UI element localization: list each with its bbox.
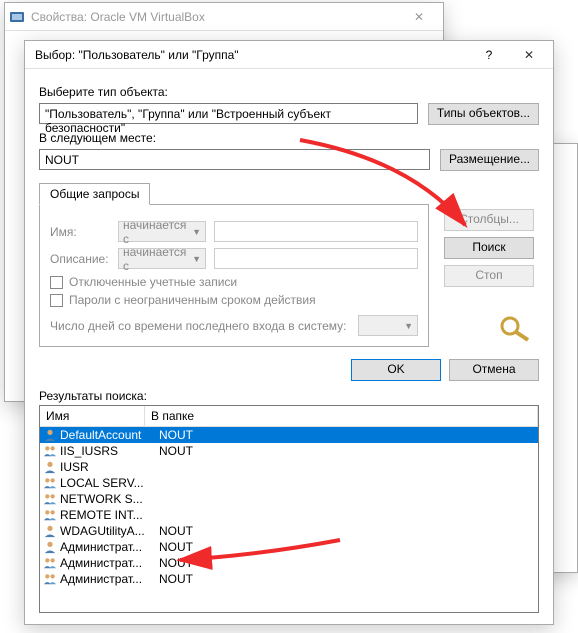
table-row[interactable]: NETWORK S... xyxy=(40,491,538,507)
cell-folder: NOUT xyxy=(155,428,536,442)
select-user-dialog: Выбор: "Пользователь" или "Группа" ? ✕ В… xyxy=(24,40,554,625)
group-icon xyxy=(42,492,58,506)
help-icon[interactable]: ? xyxy=(469,48,509,62)
name-label: Имя: xyxy=(50,225,110,239)
back-close-icon[interactable]: ✕ xyxy=(399,3,439,31)
tab-common-queries[interactable]: Общие запросы xyxy=(39,183,150,205)
cell-name: Администрат... xyxy=(60,572,155,586)
user-icon xyxy=(42,428,58,442)
location-label: В следующем месте: xyxy=(39,131,539,145)
cell-folder: NOUT xyxy=(155,556,536,570)
table-row[interactable]: Администрат...NOUT xyxy=(40,555,538,571)
cell-folder: NOUT xyxy=(155,444,536,458)
search-button[interactable]: Поиск xyxy=(444,237,534,259)
cell-folder: NOUT xyxy=(155,540,536,554)
location-field: NOUT xyxy=(39,149,430,170)
table-row[interactable]: IUSR xyxy=(40,459,538,475)
col-name[interactable]: Имя xyxy=(40,406,145,426)
group-icon xyxy=(42,556,58,570)
non-expiring-pw-checkbox[interactable] xyxy=(50,294,63,307)
name-input[interactable] xyxy=(214,221,418,242)
back-title: Свойства: Oracle VM VirtualBox xyxy=(31,10,399,24)
cell-name: IUSR xyxy=(60,460,155,474)
cell-name: WDAGUtilityA... xyxy=(60,524,155,538)
table-row[interactable]: DefaultAccountNOUT xyxy=(40,427,538,443)
cell-folder: NOUT xyxy=(155,524,536,538)
group-icon xyxy=(42,508,58,522)
table-row[interactable]: Администрат...NOUT xyxy=(40,539,538,555)
chevron-down-icon: ▼ xyxy=(192,227,201,237)
table-row[interactable]: WDAGUtilityA...NOUT xyxy=(40,523,538,539)
col-folder[interactable]: В папке xyxy=(145,406,538,426)
table-row[interactable]: IIS_IUSRSNOUT xyxy=(40,443,538,459)
cancel-button[interactable]: Отмена xyxy=(449,359,539,381)
non-expiring-pw-label: Пароли с неограниченным сроком действия xyxy=(69,293,316,307)
results-table[interactable]: Имя В папке DefaultAccountNOUTIIS_IUSRSN… xyxy=(39,405,539,613)
main-titlebar: Выбор: "Пользователь" или "Группа" ? ✕ xyxy=(25,41,553,69)
cell-name: DefaultAccount xyxy=(60,428,155,442)
table-row[interactable]: REMOTE INT... xyxy=(40,507,538,523)
disabled-accounts-label: Отключенные учетные записи xyxy=(69,275,237,289)
main-title: Выбор: "Пользователь" или "Группа" xyxy=(29,48,469,62)
cell-name: Администрат... xyxy=(60,556,155,570)
app-icon xyxy=(9,9,25,25)
group-icon xyxy=(42,444,58,458)
table-row[interactable]: Администрат...NOUT xyxy=(40,571,538,587)
desc-input[interactable] xyxy=(214,248,418,269)
user-icon xyxy=(42,524,58,538)
days-combo[interactable]: ▼ xyxy=(358,315,418,336)
columns-button: Столбцы... xyxy=(444,209,534,231)
ok-button[interactable]: OK xyxy=(351,359,441,381)
close-icon[interactable]: ✕ xyxy=(509,41,549,69)
locations-button[interactable]: Размещение... xyxy=(440,149,539,171)
type-label: Выберите тип объекта: xyxy=(39,85,539,99)
magnify-icon xyxy=(498,314,534,342)
desc-combo[interactable]: начинается с▼ xyxy=(118,248,206,269)
name-combo[interactable]: начинается с▼ xyxy=(118,221,206,242)
group-icon xyxy=(42,572,58,586)
table-row[interactable]: LOCAL SERV... xyxy=(40,475,538,491)
cell-name: IIS_IUSRS xyxy=(60,444,155,458)
cell-folder: NOUT xyxy=(155,572,536,586)
cell-name: Администрат... xyxy=(60,540,155,554)
back-titlebar: Свойства: Oracle VM VirtualBox ✕ xyxy=(5,3,443,31)
chevron-down-icon: ▼ xyxy=(192,254,201,264)
user-icon xyxy=(42,460,58,474)
stop-button: Стоп xyxy=(444,265,534,287)
disabled-accounts-checkbox[interactable] xyxy=(50,276,63,289)
object-types-button[interactable]: Типы объектов... xyxy=(428,103,539,125)
days-label: Число дней со времени последнего входа в… xyxy=(50,319,348,333)
chevron-down-icon: ▼ xyxy=(404,321,413,331)
desc-label: Описание: xyxy=(50,252,110,266)
group-icon xyxy=(42,476,58,490)
cell-name: LOCAL SERV... xyxy=(60,476,155,490)
type-field: "Пользователь", "Группа" или "Встроенный… xyxy=(39,103,418,124)
results-label: Результаты поиска: xyxy=(39,389,539,403)
cell-name: REMOTE INT... xyxy=(60,508,155,522)
user-icon xyxy=(42,540,58,554)
cell-name: NETWORK S... xyxy=(60,492,155,506)
